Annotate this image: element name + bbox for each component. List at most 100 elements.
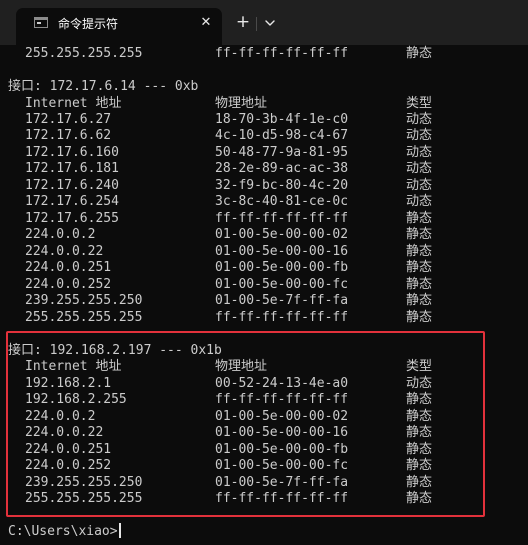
column-header-mac: 物理地址 [215,359,268,374]
arp-entry-mac: 28-2e-89-ac-ac-38 [215,161,349,176]
arp-entry-row: 172.17.6.27 18-70-3b-4f-1e-c0 动态 [8,111,432,128]
arp-entry-mac: 32-f9-bc-80-4c-20 [215,178,349,193]
arp-entry-type: 动态 [406,145,433,160]
arp-entry-mac: 01-00-5e-00-00-02 [215,227,349,242]
arp-entry-ip: 172.17.6.62 [25,128,112,143]
arp-entry-row: 255.255.255.255 ff-ff-ff-ff-ff-ff 静态 [8,490,432,507]
arp-entry-ip: 172.17.6.254 [25,194,119,209]
arp-entry-mac: ff-ff-ff-ff-ff-ff [215,46,349,61]
arp-entry-type: 静态 [406,310,433,325]
arp-entry-mac: 01-00-5e-00-00-02 [215,409,349,424]
arp-entry-row: 224.0.0.22 01-00-5e-00-00-16 静态 [8,243,432,260]
arp-entry-type: 静态 [406,425,433,440]
arp-entry-row: 172.17.6.254 3c-8c-40-81-ce-0c 动态 [8,193,432,210]
arp-entry-ip: 224.0.0.22 [25,244,104,259]
title-bar: 命令提示符 ✕ + [0,0,528,45]
tab-title: 命令提示符 [58,17,119,31]
arp-entry-ip: 172.17.6.255 [25,211,119,226]
arp-entry-ip: 192.168.2.1 [25,376,112,391]
column-header-type: 类型 [406,359,433,374]
arp-entry-ip: 224.0.0.251 [25,442,112,457]
column-header-mac: 物理地址 [215,96,268,111]
arp-entry-row: 224.0.0.252 01-00-5e-00-00-fc 静态 [8,276,432,293]
arp-entry-mac: 3c-8c-40-81-ce-0c [215,194,349,209]
arp-entry-ip: 255.255.255.255 [25,46,143,61]
arp-entry-mac: 00-52-24-13-4e-a0 [215,376,349,391]
arp-entry-row: 239.255.255.250 01-00-5e-7f-ff-fa 静态 [8,474,432,491]
arp-entry-type: 动态 [406,194,433,209]
arp-entry-mac: 01-00-5e-00-00-16 [215,244,349,259]
arp-entry-type: 静态 [406,46,433,61]
arp-entry-mac: 01-00-5e-00-00-16 [215,425,349,440]
column-header-row: Internet 地址 物理地址 类型 [8,95,432,112]
arp-entry-ip: 224.0.0.22 [25,425,104,440]
arp-entry-mac: 01-00-5e-7f-ff-fa [215,293,349,308]
arp-entry-mac: 01-00-5e-00-00-fc [215,458,349,473]
column-header-row: Internet 地址 物理地址 类型 [8,358,432,375]
arp-entry-type: 静态 [406,293,433,308]
arp-entry-type: 静态 [406,277,433,292]
arp-entry-type: 静态 [406,244,433,259]
arp-entry-type: 静态 [406,227,433,242]
command-prompt-line[interactable]: C:\Users\xiao> [8,523,121,540]
arp-entry-ip: 192.168.2.255 [25,392,127,407]
arp-entry-ip: 224.0.0.2 [25,409,96,424]
arp-entry-mac: 01-00-5e-00-00-fc [215,277,349,292]
arp-entry-mac: 01-00-5e-00-00-fb [215,260,349,275]
arp-entry-row: 224.0.0.2 01-00-5e-00-00-02 静态 [8,408,432,425]
arp-entry-mac: 18-70-3b-4f-1e-c0 [215,112,349,127]
arp-entry-row: 192.168.2.1 00-52-24-13-4e-a0 动态 [8,375,432,392]
arp-entry-type: 静态 [406,260,433,275]
column-header-ip: Internet 地址 [25,96,122,111]
arp-entry-mac: 01-00-5e-7f-ff-fa [215,475,349,490]
arp-entry-row: 224.0.0.2 01-00-5e-00-00-02 静态 [8,226,432,243]
arp-entry-type: 动态 [406,376,433,391]
arp-entry-type: 静态 [406,392,433,407]
arp-entry-row: 172.17.6.255 ff-ff-ff-ff-ff-ff 静态 [8,210,432,227]
tab-dropdown-button[interactable] [260,13,280,33]
arp-entry-mac: ff-ff-ff-ff-ff-ff [215,491,349,506]
chevron-down-icon [265,20,275,26]
close-tab-button[interactable]: ✕ [197,14,215,32]
arp-entry-type: 动态 [406,161,433,176]
prompt-text: C:\Users\xiao> [8,524,118,539]
new-tab-button[interactable]: + [232,13,254,33]
arp-entry-row: 224.0.0.22 01-00-5e-00-00-16 静态 [8,424,432,441]
arp-entry-ip: 239.255.255.250 [25,293,143,308]
column-header-type: 类型 [406,96,433,111]
arp-entry-ip: 224.0.0.2 [25,227,96,242]
arp-entry-ip: 172.17.6.27 [25,112,112,127]
arp-entry-row: 172.17.6.181 28-2e-89-ac-ac-38 动态 [8,160,432,177]
arp-entry-row: 172.17.6.160 50-48-77-9a-81-95 动态 [8,144,432,161]
arp-entry-type: 静态 [406,409,433,424]
arp-entry-row: 224.0.0.252 01-00-5e-00-00-fc 静态 [8,457,432,474]
interface-header: 接口: 172.17.6.14 --- 0xb [8,79,199,94]
arp-entry-row: 255.255.255.255 ff-ff-ff-ff-ff-ff 静态 [8,45,432,62]
arp-entry-mac: ff-ff-ff-ff-ff-ff [215,392,349,407]
column-header-ip: Internet 地址 [25,359,122,374]
tab-separator [256,17,257,31]
arp-entry-ip: 172.17.6.181 [25,161,119,176]
arp-entry-mac: 01-00-5e-00-00-fb [215,442,349,457]
arp-entry-type: 静态 [406,211,433,226]
arp-entry-type: 静态 [406,475,433,490]
arp-entry-type: 静态 [406,458,433,473]
arp-entry-row: 172.17.6.62 4c-10-d5-98-c4-67 动态 [8,127,432,144]
arp-entry-row: 239.255.255.250 01-00-5e-7f-ff-fa 静态 [8,292,432,309]
arp-entry-row: 192.168.2.255 ff-ff-ff-ff-ff-ff 静态 [8,391,432,408]
arp-entry-ip: 255.255.255.255 [25,491,143,506]
arp-entry-ip: 224.0.0.252 [25,458,112,473]
arp-entry-ip: 224.0.0.251 [25,260,112,275]
arp-entry-ip: 224.0.0.252 [25,277,112,292]
arp-entry-row: 224.0.0.251 01-00-5e-00-00-fb 静态 [8,259,432,276]
arp-entry-ip: 239.255.255.250 [25,475,143,490]
arp-entry-type: 静态 [406,491,433,506]
terminal-output[interactable]: 255.255.255.255 ff-ff-ff-ff-ff-ff 静态 接口:… [0,45,528,545]
text-cursor [118,523,121,538]
arp-entry-ip: 172.17.6.160 [25,145,119,160]
arp-entry-mac: 4c-10-d5-98-c4-67 [215,128,349,143]
tab-command-prompt[interactable]: 命令提示符 ✕ [16,8,222,45]
arp-entry-row: 172.17.6.240 32-f9-bc-80-4c-20 动态 [8,177,432,194]
arp-entry-row: 224.0.0.251 01-00-5e-00-00-fb 静态 [8,441,432,458]
arp-entry-ip: 255.255.255.255 [25,310,143,325]
